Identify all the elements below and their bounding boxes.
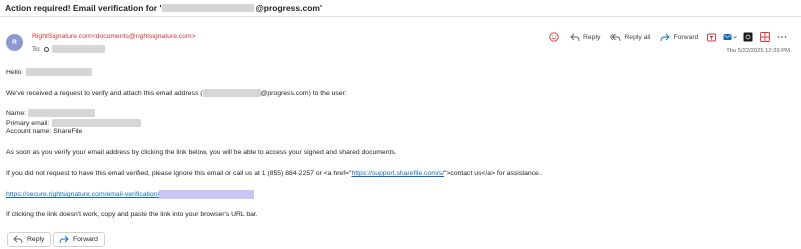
verification-link[interactable]: https://secure.rightsignature.com/email-… xyxy=(6,191,159,198)
copy-hint-line: If clicking the link doesn't work, copy … xyxy=(6,211,258,218)
redacted-user-name xyxy=(28,109,96,117)
footer-reply-label: Reply xyxy=(27,236,45,243)
support-link[interactable]: https://support.sharefile.com/s/ xyxy=(351,170,444,177)
redacted-token[interactable] xyxy=(159,190,255,199)
reply-icon xyxy=(13,235,23,244)
mail-dropdown-icon[interactable] xyxy=(722,31,738,43)
primary-email-label: Primary email: xyxy=(6,119,50,127)
account-name: Account name: ShareFile xyxy=(6,128,83,135)
app-square-icon[interactable] xyxy=(742,31,754,43)
redacted-primary-email xyxy=(52,119,142,127)
ignore-suffix: ">contact us</a> for assistance.. xyxy=(444,170,543,177)
name-line: Name: xyxy=(6,109,96,117)
email-subject: Action required! Email verification for … xyxy=(5,3,322,13)
redacted-recipient[interactable] xyxy=(51,45,105,53)
account-name-line: Account name: ShareFile xyxy=(6,128,82,135)
received-date: Thu 5/22/2025 12:39 PM xyxy=(726,48,790,54)
verify-text: As soon as you verify your email address… xyxy=(6,149,397,156)
recipient-presence-icon xyxy=(43,46,49,52)
recipient-row: To: xyxy=(32,45,105,53)
intro-suffix: @progress.com) to the user: xyxy=(260,89,347,97)
reply-all-label: Reply all xyxy=(624,33,651,41)
greeting-line: Hello xyxy=(6,68,92,76)
ignore-line: If you did not request to have this emai… xyxy=(6,170,543,177)
footer-forward-button[interactable]: Forward xyxy=(53,232,105,247)
footer-reply-button[interactable]: Reply xyxy=(7,232,52,247)
reply-button[interactable]: Reply xyxy=(570,30,600,44)
emoji-reaction-icon[interactable] xyxy=(548,31,560,43)
intro-line: We've received a request to verify and a… xyxy=(6,89,347,97)
subject-prefix: Action required! Email verification for … xyxy=(5,3,162,13)
footer-forward-label: Forward xyxy=(73,236,98,243)
reply-all-icon xyxy=(610,33,621,41)
primary-email-line: Primary email: xyxy=(6,119,142,127)
forward-icon xyxy=(661,33,671,41)
teams-share-icon[interactable] xyxy=(706,31,718,43)
intro-prefix: We've received a request to verify and a… xyxy=(6,89,203,97)
redacted-email-address xyxy=(202,89,261,97)
greeting-text: Hello xyxy=(6,68,22,76)
more-options-icon[interactable] xyxy=(776,31,788,43)
subject-bar: Action required! Email verification for … xyxy=(0,0,801,17)
reply-icon xyxy=(570,33,580,41)
message-actions: Reply Reply all Forward xyxy=(548,30,788,44)
apps-grid-icon[interactable] xyxy=(759,31,771,43)
redacted-email xyxy=(162,4,255,12)
avatar[interactable]: R xyxy=(6,34,23,51)
reply-label: Reply xyxy=(583,33,601,41)
forward-icon xyxy=(59,235,69,244)
to-label: To: xyxy=(32,45,41,53)
verify-line: As soon as you verify your email address… xyxy=(6,149,397,156)
forward-label: Forward xyxy=(673,33,699,41)
name-label: Name: xyxy=(6,109,27,117)
reply-all-button[interactable]: Reply all xyxy=(610,30,650,44)
ignore-prefix: If you did not request to have this emai… xyxy=(6,170,352,177)
copy-hint: If clicking the link doesn't work, copy … xyxy=(6,211,258,218)
sender-address[interactable]: RightSignature.com<documents@rightsignat… xyxy=(32,33,196,40)
subject-suffix: @progress.com' xyxy=(255,3,322,13)
forward-button[interactable]: Forward xyxy=(660,30,698,44)
verify-link-line: https://secure.rightsignature.com/email-… xyxy=(6,190,255,199)
redacted-name xyxy=(25,68,92,76)
